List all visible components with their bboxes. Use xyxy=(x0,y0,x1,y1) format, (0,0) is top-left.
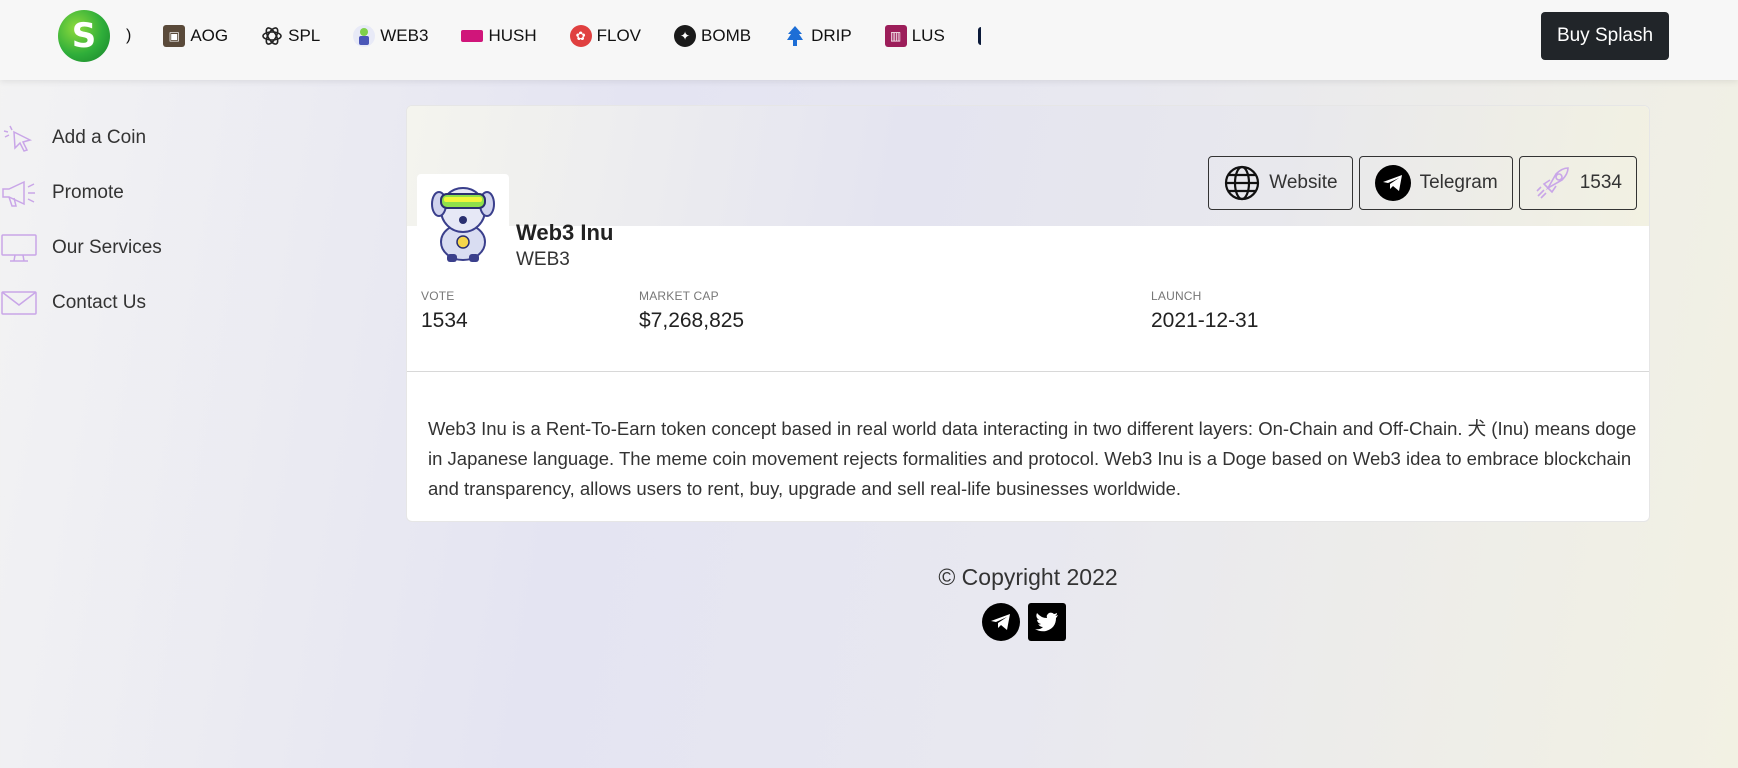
sidebar-item-add-coin[interactable]: Add a Coin xyxy=(0,110,300,165)
stat-label: MARKET CAP xyxy=(639,289,719,303)
ticker-label: FLOV xyxy=(596,26,642,45)
web3-icon xyxy=(353,25,376,47)
ticker-partial-icon[interactable] xyxy=(977,27,981,45)
globe-icon xyxy=(1225,165,1260,201)
megaphone-icon xyxy=(2,180,35,207)
footer-socials xyxy=(982,603,1066,641)
hush-icon xyxy=(461,30,484,42)
ticker-label: SPL xyxy=(288,26,321,45)
stat-value: 2021-12-31 xyxy=(1151,309,1259,332)
coin-ticker: ) ▣ AOG SPL WEB3 HUSH ✿ FLOV ✦ BOMB DRIP… xyxy=(126,22,981,50)
ticker-label: LUS xyxy=(911,26,945,45)
vote-count-label: 1534 xyxy=(1579,172,1622,193)
coin-name: Web3 Inu xyxy=(516,220,614,245)
sidebar-item-label: Our Services xyxy=(52,236,162,258)
telegram-label: Telegram xyxy=(1419,172,1498,193)
bomb-icon: ✦ xyxy=(674,25,697,47)
coin-description: Web3 Inu is a Rent-To-Earn token concept… xyxy=(428,418,1637,499)
ticker-item-drip[interactable]: DRIP xyxy=(784,25,852,47)
sidebar: Add a Coin Promote Our Services Contact … xyxy=(0,110,300,330)
rocket-icon xyxy=(1536,167,1569,199)
ticker-label: HUSH xyxy=(488,26,537,45)
twitter-icon[interactable] xyxy=(1028,603,1066,641)
drip-icon xyxy=(784,25,806,47)
ticker-label: DRIP xyxy=(811,26,852,45)
divider xyxy=(407,371,1649,372)
monitor-icon xyxy=(1,233,37,262)
web3-inu-dog-icon xyxy=(431,187,495,262)
ticker-item-spl[interactable]: SPL xyxy=(261,25,320,47)
sidebar-item-promote[interactable]: Promote xyxy=(0,165,300,220)
ticker-label: BOMB xyxy=(701,26,752,45)
splash-logo[interactable]: S xyxy=(58,10,110,62)
top-navbar: S ) ▣ AOG SPL WEB3 HUSH ✿ FLOV ✦ BOMB DR… xyxy=(0,0,1738,80)
sidebar-item-contact[interactable]: Contact Us xyxy=(0,275,300,330)
sidebar-item-label: Contact Us xyxy=(52,291,146,313)
ticker-label: WEB3 xyxy=(380,26,429,45)
website-label: Website xyxy=(1269,172,1338,193)
telegram-icon xyxy=(1374,165,1411,201)
sidebar-item-label: Promote xyxy=(52,181,124,203)
website-button[interactable]: Website xyxy=(1208,156,1353,210)
spl-icon xyxy=(261,25,283,47)
sidebar-item-label: Add a Coin xyxy=(52,126,147,148)
buy-splash-button[interactable]: Buy Splash xyxy=(1541,12,1669,60)
coin-detail-card: Web3 Inu WEB3 Website Telegram 1534 VOTE… xyxy=(406,105,1650,522)
stat-vote: VOTE 1534 xyxy=(421,289,468,333)
vote-button[interactable]: 1534 xyxy=(1518,156,1637,210)
coin-symbol: WEB3 xyxy=(516,249,570,270)
coin-links: Website Telegram 1534 xyxy=(1208,156,1637,210)
ticker-item-hush[interactable]: HUSH xyxy=(461,26,537,46)
ticker-item-lus[interactable]: ▥ LUS xyxy=(884,25,945,47)
ticker-item-flov[interactable]: ✿ FLOV xyxy=(569,25,642,47)
envelope-icon xyxy=(1,290,37,315)
telegram-icon[interactable] xyxy=(982,603,1020,641)
telegram-button[interactable]: Telegram xyxy=(1358,156,1513,210)
stat-market-cap: MARKET CAP $7,268,825 xyxy=(639,289,744,333)
stat-label: VOTE xyxy=(421,289,455,303)
stat-label: LAUNCH xyxy=(1151,289,1202,303)
ticker-item-bomb[interactable]: ✦ BOMB xyxy=(674,25,751,47)
lus-icon: ▥ xyxy=(884,25,907,47)
coin-logo xyxy=(417,174,509,266)
stat-value: $7,268,825 xyxy=(639,309,745,332)
stat-value: 1534 xyxy=(421,309,468,332)
flov-icon: ✿ xyxy=(569,25,592,47)
aog-icon: ▣ xyxy=(163,25,186,47)
ticker-partial-item[interactable]: ) xyxy=(126,27,131,45)
stat-launch: LAUNCH 2021-12-31 xyxy=(1151,289,1258,333)
sidebar-item-services[interactable]: Our Services xyxy=(0,220,300,275)
ticker-item-aog[interactable]: ▣ AOG xyxy=(163,25,228,47)
cursor-click-icon xyxy=(3,125,33,152)
ticker-item-web3[interactable]: WEB3 xyxy=(353,25,428,47)
copyright-text: © Copyright 2022 xyxy=(938,564,1118,590)
ticker-label: AOG xyxy=(190,26,229,45)
